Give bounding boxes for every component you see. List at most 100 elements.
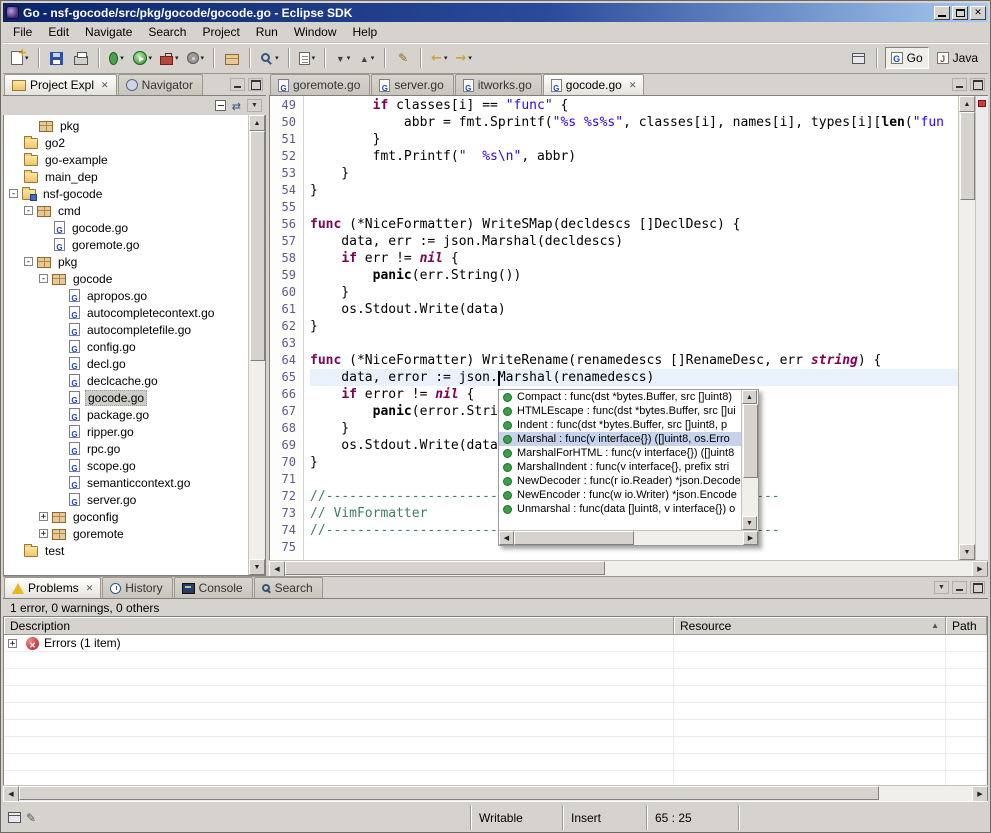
menu-file[interactable]: File xyxy=(5,23,40,41)
editor-minimize-button[interactable] xyxy=(952,78,967,91)
external-tools-button[interactable]: ▾ xyxy=(157,47,182,69)
tree-item-goremote-go[interactable]: goremote.go xyxy=(4,236,248,253)
tree-item-autocompletecontext-go[interactable]: autocompletecontext.go xyxy=(4,304,248,321)
editor-tab-itworks-go[interactable]: itworks.go xyxy=(455,74,542,95)
popup-hscrollbar[interactable]: ◀ ▶ xyxy=(499,530,758,545)
tree-item-goconfig[interactable]: +goconfig xyxy=(4,508,248,525)
view-tab-search[interactable]: Search xyxy=(254,577,323,598)
view-tab-navigator[interactable]: Navigator xyxy=(118,74,203,95)
scroll-right-icon[interactable]: ▶ xyxy=(743,531,758,545)
view-minimize-button[interactable] xyxy=(230,78,245,91)
menu-navigate[interactable]: Navigate xyxy=(77,23,140,41)
error-marker[interactable] xyxy=(978,100,986,107)
close-button[interactable] xyxy=(970,6,986,20)
tree-expander-icon[interactable]: + xyxy=(39,512,48,521)
menu-window[interactable]: Window xyxy=(286,23,345,41)
view-tab-console[interactable]: Console xyxy=(174,577,253,598)
editor-tab-gocode-go[interactable]: gocode.go✕ xyxy=(543,74,645,95)
tree-item-decl-go[interactable]: decl.go xyxy=(4,355,248,372)
forward-button[interactable]: ▾ xyxy=(453,47,475,69)
tree-item-main-dep[interactable]: main_dep xyxy=(4,168,248,185)
tree-item-scope-go[interactable]: scope.go xyxy=(4,457,248,474)
dropdown-arrow-icon[interactable]: ▾ xyxy=(468,54,472,62)
scroll-right-icon[interactable]: ▶ xyxy=(972,786,988,802)
editor-hscrollbar[interactable]: ◀ ▶ xyxy=(269,560,988,576)
dropdown-arrow-icon[interactable]: ▾ xyxy=(371,54,375,62)
open-task-button[interactable]: ▾ xyxy=(296,47,319,69)
column-header-description[interactable]: Description xyxy=(4,617,674,635)
view-maximize-button[interactable] xyxy=(248,78,263,91)
tree-item-test[interactable]: test xyxy=(4,542,248,559)
last-edit-location-button[interactable] xyxy=(392,47,414,69)
tree-item-apropos-go[interactable]: apropos.go xyxy=(4,287,248,304)
tree-item-server-go[interactable]: server.go xyxy=(4,491,248,508)
tree-expander-icon[interactable]: - xyxy=(39,274,48,283)
open-perspective-button[interactable] xyxy=(846,47,871,69)
view-minimize-button[interactable] xyxy=(952,581,967,594)
dropdown-arrow-icon[interactable]: ▾ xyxy=(149,54,153,62)
menu-run[interactable]: Run xyxy=(248,23,286,41)
new-go-package-button[interactable] xyxy=(221,47,243,69)
completion-item[interactable]: NewDecoder : func(r io.Reader) *json.Dec… xyxy=(499,474,741,488)
menu-edit[interactable]: Edit xyxy=(40,23,77,41)
debug-button[interactable]: ▾ xyxy=(106,47,128,69)
editor-maximize-button[interactable] xyxy=(970,78,985,91)
scroll-left-icon[interactable]: ◀ xyxy=(499,531,514,545)
minimize-button[interactable] xyxy=(934,6,950,20)
column-header-resource[interactable]: Resource▲ xyxy=(674,617,946,635)
tree-expander-icon[interactable]: - xyxy=(24,206,33,215)
tree-item-cmd[interactable]: -cmd xyxy=(4,202,248,219)
editor-vscrollbar[interactable]: ▲ ▼ xyxy=(958,96,975,560)
scroll-left-icon[interactable]: ◀ xyxy=(269,561,285,577)
tree-expander-icon[interactable]: - xyxy=(24,257,33,266)
scroll-up-icon[interactable]: ▲ xyxy=(959,96,975,112)
save-button[interactable] xyxy=(46,47,68,69)
previous-annotation-button[interactable]: ▾ xyxy=(356,47,378,69)
completion-item[interactable]: Unmarshal : func(data []uint8, v interfa… xyxy=(499,502,741,516)
print-button[interactable] xyxy=(70,47,92,69)
menu-help[interactable]: Help xyxy=(345,23,386,41)
tree-item-autocompletefile-go[interactable]: autocompletefile.go xyxy=(4,321,248,338)
dropdown-arrow-icon[interactable]: ▾ xyxy=(175,54,179,62)
tree-item-gocode-go[interactable]: gocode.go xyxy=(4,389,248,406)
tree-expander-icon[interactable]: - xyxy=(9,189,18,198)
dropdown-arrow-icon[interactable]: ▾ xyxy=(444,54,448,62)
run-button[interactable]: ▾ xyxy=(130,47,156,69)
back-button[interactable]: ▾ xyxy=(428,47,450,69)
scroll-right-icon[interactable]: ▶ xyxy=(972,561,988,577)
dropdown-arrow-icon[interactable]: ▾ xyxy=(201,54,205,62)
problems-hscrollbar[interactable]: ◀ ▶ xyxy=(3,785,988,801)
tree-item-declcache-go[interactable]: declcache.go xyxy=(4,372,248,389)
dropdown-arrow-icon[interactable]: ▾ xyxy=(347,54,351,62)
view-menu-icon[interactable] xyxy=(934,581,949,594)
tree-scrollbar[interactable]: ▲ ▼ xyxy=(248,115,265,575)
tree-item-semanticcontext-go[interactable]: semanticcontext.go xyxy=(4,474,248,491)
scroll-up-icon[interactable]: ▲ xyxy=(249,115,265,131)
completion-item[interactable]: NewEncoder : func(w io.Writer) *json.Enc… xyxy=(499,488,741,502)
column-header-path[interactable]: Path xyxy=(946,617,987,635)
tree-item-pkg[interactable]: -pkg xyxy=(4,253,248,270)
scrollbar-thumb[interactable] xyxy=(19,786,879,800)
popup-vscrollbar[interactable]: ▲ ▼ xyxy=(741,390,758,530)
view-tab-project-expl[interactable]: Project Expl✕ xyxy=(4,74,117,95)
scroll-down-icon[interactable]: ▼ xyxy=(249,559,265,575)
editor-tab-goremote-go[interactable]: goremote.go xyxy=(270,74,370,95)
completion-item[interactable]: Indent : func(dst *bytes.Buffer, src []u… xyxy=(499,418,741,432)
maximize-button[interactable] xyxy=(952,6,968,20)
perspective-go-button[interactable]: Go xyxy=(885,47,929,69)
collapse-all-icon[interactable] xyxy=(215,100,226,111)
completion-item[interactable]: MarshalForHTML : func(v interface{}) ([]… xyxy=(499,446,741,460)
link-with-editor-icon[interactable] xyxy=(232,99,241,113)
problems-row[interactable]: +Errors (1 item) xyxy=(4,635,987,652)
tree-item-gocode-go[interactable]: gocode.go xyxy=(4,219,248,236)
scroll-down-icon[interactable]: ▼ xyxy=(959,544,975,560)
dropdown-arrow-icon[interactable]: ▾ xyxy=(120,54,124,62)
tree-item-go-example[interactable]: go-example xyxy=(4,151,248,168)
scrollbar-thumb[interactable] xyxy=(285,561,605,575)
scrollbar-thumb[interactable] xyxy=(514,531,634,545)
perspective-java-button[interactable]: Java xyxy=(931,47,984,69)
next-annotation-button[interactable]: ▾ xyxy=(332,47,354,69)
tab-close-icon[interactable]: ✕ xyxy=(629,80,637,91)
completion-item[interactable]: MarshalIndent : func(v interface{}, pref… xyxy=(499,460,741,474)
editor-tab-server-go[interactable]: server.go xyxy=(371,74,453,95)
